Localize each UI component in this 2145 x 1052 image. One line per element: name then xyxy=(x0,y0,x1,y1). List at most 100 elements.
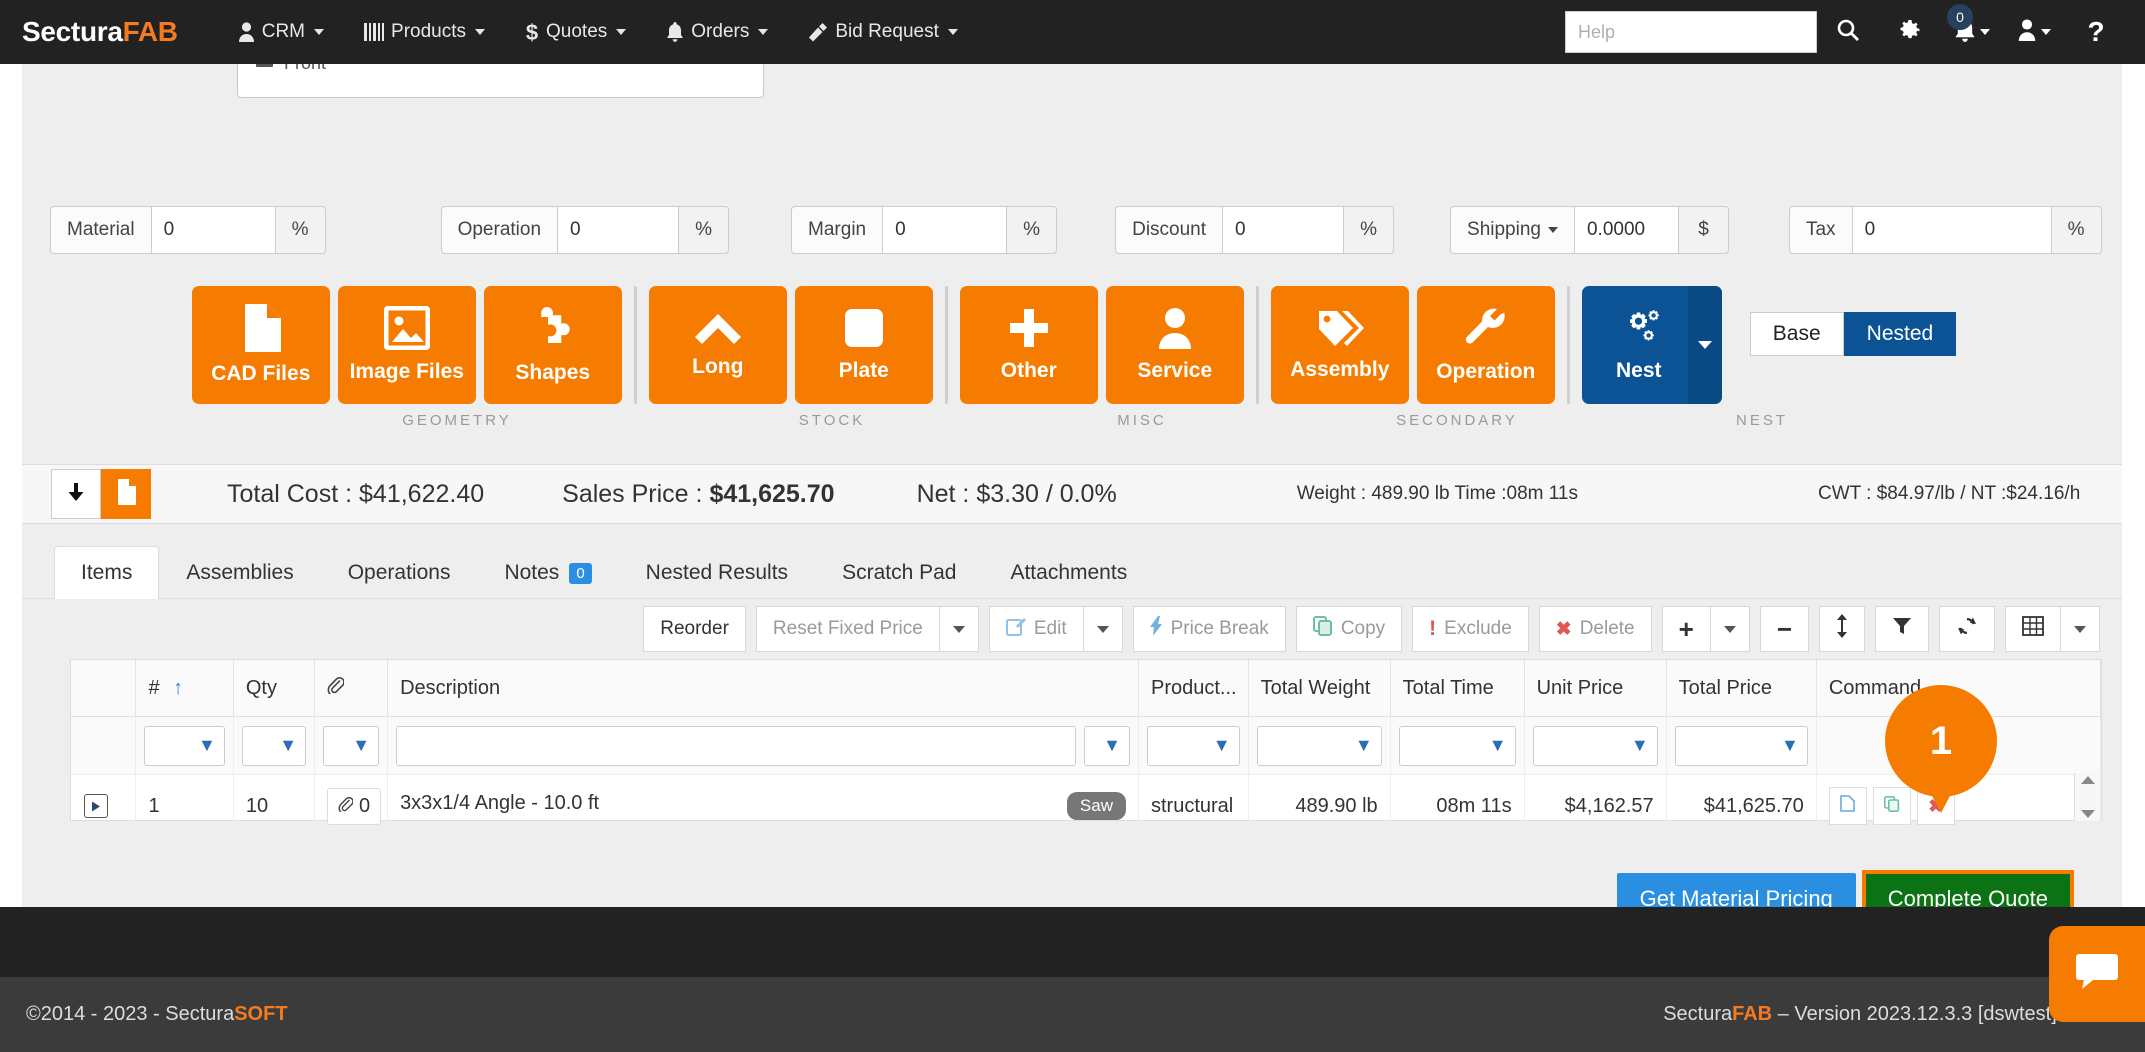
filter-number[interactable]: ▼ xyxy=(136,717,233,775)
edit-dropdown[interactable] xyxy=(1084,606,1123,652)
tab-nested-results[interactable]: Nested Results xyxy=(619,546,815,599)
th-product[interactable]: Product... xyxy=(1139,660,1249,717)
copy-button[interactable]: Copy xyxy=(1296,606,1402,652)
reorder-button[interactable]: Reorder xyxy=(643,606,746,652)
nav-item-quotes[interactable]: $ Quotes xyxy=(505,0,646,64)
th-description[interactable]: Description xyxy=(388,660,1139,717)
settings-button[interactable] xyxy=(1879,0,1941,64)
discount-input[interactable] xyxy=(1222,206,1344,254)
filter-total-price[interactable]: ▼ xyxy=(1666,717,1816,775)
attachment-count[interactable]: 0 xyxy=(327,788,381,825)
resize-button[interactable] xyxy=(1819,606,1865,652)
nav-item-products[interactable]: Products xyxy=(344,0,505,64)
plus-icon xyxy=(1008,307,1050,349)
tile-assembly[interactable]: Assembly xyxy=(1271,286,1409,404)
row-copy-button[interactable] xyxy=(1873,787,1911,825)
remove-button[interactable]: − xyxy=(1760,606,1809,652)
th-total-price[interactable]: Total Price xyxy=(1666,660,1816,717)
tab-items[interactable]: Items xyxy=(54,546,159,599)
filter-total-time[interactable]: ▼ xyxy=(1390,717,1524,775)
scroll-up-icon[interactable] xyxy=(2081,776,2095,784)
tile-image-files[interactable]: Image Files xyxy=(338,286,476,404)
scroll-down-icon[interactable] xyxy=(2081,810,2095,818)
tile-operation[interactable]: Operation xyxy=(1417,286,1555,404)
filter-attachments[interactable]: ▼ xyxy=(315,717,388,775)
columns-dropdown[interactable] xyxy=(2061,606,2100,652)
price-break-button[interactable]: Price Break xyxy=(1133,606,1286,652)
filter-icon xyxy=(1892,616,1912,642)
th-total-weight[interactable]: Total Weight xyxy=(1248,660,1390,717)
get-material-pricing-button[interactable]: Get Material Pricing xyxy=(1617,873,1856,907)
refresh-button[interactable] xyxy=(1939,606,1995,652)
nav-item-bid-request[interactable]: Bid Request xyxy=(788,0,978,64)
search-button[interactable] xyxy=(1817,0,1879,64)
tab-notes[interactable]: Notes 0 xyxy=(477,546,618,599)
tile-service[interactable]: Service xyxy=(1106,286,1244,404)
report-button[interactable] xyxy=(101,469,151,519)
nav-item-crm[interactable]: CRM xyxy=(218,0,344,64)
operation-suffix: % xyxy=(679,206,729,254)
edit-button[interactable]: Edit xyxy=(989,606,1084,652)
download-button[interactable] xyxy=(51,469,101,519)
shipping-input[interactable] xyxy=(1574,206,1679,254)
nav-item-orders[interactable]: Orders xyxy=(646,0,788,64)
material-input[interactable] xyxy=(151,206,276,254)
th-qty[interactable]: Qty xyxy=(233,660,314,717)
add-dropdown[interactable] xyxy=(1711,606,1750,652)
help-button[interactable]: ? xyxy=(2065,0,2127,64)
front-selection-box[interactable]: Front xyxy=(237,64,764,98)
margin-input[interactable] xyxy=(882,206,1007,254)
row-expander-cell[interactable] xyxy=(71,775,136,838)
filter-unit-price[interactable]: ▼ xyxy=(1524,717,1666,775)
table-filter-row: ▼ ▼ ▼ ▼ ▼ ▼ ▼ ▼ ▼ xyxy=(71,717,2101,775)
tile-other[interactable]: Other xyxy=(960,286,1098,404)
columns-button[interactable] xyxy=(2005,606,2061,652)
tile-cad-files[interactable]: CAD Files xyxy=(192,286,330,404)
filter-total-weight[interactable]: ▼ xyxy=(1248,717,1390,775)
tab-attachments[interactable]: Attachments xyxy=(983,546,1154,599)
filter-button[interactable] xyxy=(1875,606,1929,652)
row-attachments[interactable]: 0 xyxy=(315,775,388,838)
tile-nest[interactable]: Nest xyxy=(1582,286,1722,404)
shipping-dropdown-label[interactable]: Shipping xyxy=(1450,206,1574,254)
delete-button[interactable]: ✖ Delete xyxy=(1539,606,1652,652)
description-filter-input[interactable] xyxy=(396,726,1076,766)
chat-widget-button[interactable] xyxy=(2049,926,2145,1022)
tag-icon xyxy=(1316,308,1364,348)
reset-fixed-price-button[interactable]: Reset Fixed Price xyxy=(756,606,940,652)
th-attachments[interactable] xyxy=(315,660,388,717)
table-row[interactable]: 1 10 0 3x3x1/4 Angle - 10.0 ft xyxy=(71,775,2101,838)
complete-quote-button[interactable]: Complete Quote xyxy=(1866,874,2070,907)
tab-operations[interactable]: Operations xyxy=(321,546,478,599)
front-label: Front xyxy=(284,64,326,74)
nested-toggle-button[interactable]: Nested xyxy=(1844,312,1957,356)
base-toggle-button[interactable]: Base xyxy=(1750,312,1844,356)
th-unit-price[interactable]: Unit Price xyxy=(1524,660,1666,717)
tab-scratch-pad[interactable]: Scratch Pad xyxy=(815,546,983,599)
tab-assemblies[interactable]: Assemblies xyxy=(159,546,320,599)
reset-fixed-price-dropdown[interactable] xyxy=(940,606,979,652)
row-delete-button[interactable]: ✖ xyxy=(1917,787,1955,825)
add-button[interactable]: + xyxy=(1662,606,1711,652)
chevron-down-icon xyxy=(2041,29,2051,35)
operation-input[interactable] xyxy=(557,206,679,254)
th-total-time[interactable]: Total Time xyxy=(1390,660,1524,717)
row-detail-button[interactable] xyxy=(1829,787,1867,825)
help-search-input[interactable] xyxy=(1565,11,1817,53)
filter-product[interactable]: ▼ xyxy=(1139,717,1249,775)
exclude-button[interactable]: ! Exclude xyxy=(1412,606,1529,652)
tile-long[interactable]: Long xyxy=(649,286,787,404)
expand-row-icon[interactable] xyxy=(84,794,108,818)
account-menu-button[interactable] xyxy=(2003,0,2065,64)
notifications-button[interactable]: 0 xyxy=(1941,0,2003,64)
chevron-down-icon xyxy=(1097,626,1109,633)
th-number[interactable]: # ↑ xyxy=(136,660,233,717)
app-logo[interactable]: SecturaFAB xyxy=(22,16,178,48)
tile-plate[interactable]: Plate xyxy=(795,286,933,404)
filter-qty[interactable]: ▼ xyxy=(233,717,314,775)
nest-dropdown-button[interactable] xyxy=(1688,286,1722,404)
tax-input[interactable] xyxy=(1852,206,2052,254)
tile-shapes[interactable]: Shapes xyxy=(484,286,622,404)
grid-vertical-scrollbar[interactable] xyxy=(2074,773,2100,821)
filter-description[interactable]: ▼ xyxy=(388,717,1139,775)
